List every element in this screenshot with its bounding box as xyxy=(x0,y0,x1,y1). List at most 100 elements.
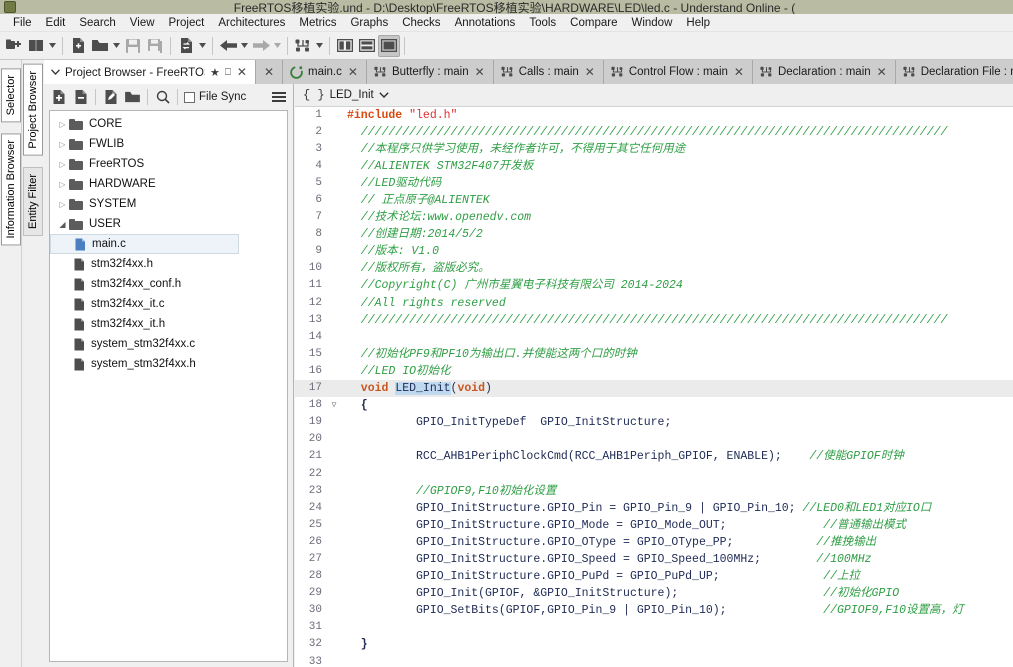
code-line[interactable]: 32 } xyxy=(295,636,1013,653)
open-project-dropdown-icon[interactable] xyxy=(47,35,58,57)
open-project-button[interactable] xyxy=(25,35,47,57)
new-project-button[interactable] xyxy=(3,35,25,57)
dock-tab-selector[interactable]: Selector xyxy=(1,68,21,123)
tree-item-core[interactable]: ▷ CORE xyxy=(50,114,287,134)
close-tab-icon[interactable]: ✕ xyxy=(733,66,745,78)
tab-main-c[interactable]: main.c ✕ xyxy=(283,60,367,84)
tree-item-main-c[interactable]: main.c xyxy=(50,234,239,254)
code-line[interactable]: 30 GPIO_SetBits(GPIOF,GPIO_Pin_9 | GPIO_… xyxy=(295,602,1013,619)
single-pane-button[interactable] xyxy=(378,34,400,57)
code-line[interactable]: 19 GPIO_InitTypeDef GPIO_InitStructure; xyxy=(295,414,1013,431)
tab-butterfly-main[interactable]: Butterfly : main ✕ xyxy=(366,60,494,84)
code-line[interactable]: 22 xyxy=(295,466,1013,483)
code-line[interactable]: 5 //LED驱动代码 xyxy=(295,175,1013,192)
close-tab-icon[interactable]: ✕ xyxy=(584,66,596,78)
menu-metrics[interactable]: Metrics xyxy=(292,16,343,30)
tree-item-system-stm32f4xx-h[interactable]: system_stm32f4xx.h xyxy=(50,354,287,374)
close-tab-icon[interactable]: ✕ xyxy=(347,66,359,78)
tree-item-stm32f4xx-it-h[interactable]: stm32f4xx_it.h xyxy=(50,314,287,334)
code-line[interactable]: 2 //////////////////////////////////////… xyxy=(295,124,1013,141)
save-button[interactable] xyxy=(122,35,144,57)
chevron-right-icon[interactable]: ▷ xyxy=(56,140,69,149)
menu-annotations[interactable]: Annotations xyxy=(448,16,523,30)
back-button[interactable] xyxy=(217,35,239,57)
menu-tools[interactable]: Tools xyxy=(522,16,563,30)
code-line[interactable]: 28 GPIO_InitStructure.GPIO_PuPd = GPIO_P… xyxy=(295,568,1013,585)
save-all-button[interactable] xyxy=(144,35,166,57)
tree-item-user[interactable]: ◢ USER xyxy=(50,214,287,234)
project-tree[interactable]: ▷ CORE ▷ FWLIB ▷ FreeRTOS ▷ HARDWARE ▷ S… xyxy=(49,110,288,662)
code-line[interactable]: 31 xyxy=(295,619,1013,636)
fold-toggle-icon[interactable]: ▽ xyxy=(325,397,343,414)
chevron-right-icon[interactable]: ▷ xyxy=(56,180,69,189)
code-line[interactable]: 12 //All rights reserved xyxy=(295,295,1013,312)
forward-button[interactable] xyxy=(250,35,272,57)
menu-checks[interactable]: Checks xyxy=(395,16,447,30)
menu-search[interactable]: Search xyxy=(72,16,122,30)
code-line[interactable]: 16 //LED IO初始化 xyxy=(295,363,1013,380)
tree-item-system-stm32f4xx-c[interactable]: system_stm32f4xx.c xyxy=(50,334,287,354)
chevron-down-icon[interactable]: ◢ xyxy=(56,220,69,229)
code-line[interactable]: 17 void LED_Init(void) xyxy=(295,380,1013,398)
code-line[interactable]: 24 GPIO_InitStructure.GPIO_Pin = GPIO_Pi… xyxy=(295,500,1013,517)
close-tab-icon[interactable]: ✕ xyxy=(474,66,486,78)
code-line[interactable]: 9 //版本: V1.0 xyxy=(295,243,1013,260)
open-file-button[interactable] xyxy=(89,35,111,57)
tree-item-stm32f4xx-conf-h[interactable]: stm32f4xx_conf.h xyxy=(50,274,287,294)
code-line[interactable]: 33 xyxy=(295,654,1013,667)
code-line[interactable]: 20 xyxy=(295,431,1013,448)
split-vertical-button[interactable] xyxy=(334,35,356,57)
code-line[interactable]: 25 GPIO_InitStructure.GPIO_Mode = GPIO_M… xyxy=(295,517,1013,534)
dock-tab-information-browser[interactable]: Information Browser xyxy=(1,133,21,246)
menu-window[interactable]: Window xyxy=(624,16,679,30)
file-sync-toggle[interactable]: File Sync xyxy=(182,91,246,103)
code-line[interactable]: 6 // 正点原子@ALIENTEK xyxy=(295,192,1013,209)
dock-tab-project-browser[interactable]: Project Browser xyxy=(23,64,43,156)
menu-project[interactable]: Project xyxy=(162,16,212,30)
search-button[interactable] xyxy=(152,87,173,108)
code-line[interactable]: 21 RCC_AHB1PeriphClockCmd(RCC_AHB1Periph… xyxy=(295,448,1013,465)
menu-help[interactable]: Help xyxy=(679,16,717,30)
open-folder-button[interactable] xyxy=(122,87,143,108)
refresh-button[interactable] xyxy=(175,35,197,57)
tab-control-flow-main[interactable]: Control Flow : main ✕ xyxy=(603,60,753,84)
tab-project-browser[interactable]: Project Browser - FreeRTOS移植实验 ★ ⎕ ✕ xyxy=(44,60,256,84)
browser-menu-icon[interactable] xyxy=(269,87,289,107)
tab-calls-main[interactable]: Calls : main ✕ xyxy=(493,60,604,84)
back-dropdown-icon[interactable] xyxy=(239,35,250,57)
tab-declaration-main[interactable]: Declaration : main ✕ xyxy=(752,60,896,84)
tab-unnamed[interactable]: ✕ xyxy=(255,60,283,84)
menu-compare[interactable]: Compare xyxy=(563,16,624,30)
tree-item-stm32f4xx-it-c[interactable]: stm32f4xx_it.c xyxy=(50,294,287,314)
code-line[interactable]: 7 //技术论坛:www.openedv.com xyxy=(295,209,1013,226)
code-line[interactable]: 23 //GPIOF9,F10初始化设置 xyxy=(295,483,1013,500)
menu-edit[interactable]: Edit xyxy=(39,16,73,30)
edit-file-button[interactable] xyxy=(100,87,121,108)
add-file-button[interactable] xyxy=(48,87,69,108)
code-content[interactable]: 1 #include "led.h" 2 /////////////////////… xyxy=(295,106,1013,667)
code-line[interactable]: 15 //初始化PF9和PF10为输出口.并使能这两个口的时钟 xyxy=(295,346,1013,363)
open-file-dropdown-icon[interactable] xyxy=(111,35,122,57)
code-line[interactable]: 27 GPIO_InitStructure.GPIO_Speed = GPIO_… xyxy=(295,551,1013,568)
chevron-right-icon[interactable]: ▷ xyxy=(56,160,69,169)
tree-item-freertos[interactable]: ▷ FreeRTOS xyxy=(50,154,287,174)
new-file-button[interactable] xyxy=(67,35,89,57)
chevron-down-icon[interactable] xyxy=(379,90,389,100)
pin-icon[interactable]: ★ xyxy=(210,66,220,79)
refresh-dropdown-icon[interactable] xyxy=(197,35,208,57)
graph-node-dropdown-icon[interactable] xyxy=(314,35,325,57)
tree-item-stm32f4xx-h[interactable]: stm32f4xx.h xyxy=(50,254,287,274)
menu-view[interactable]: View xyxy=(123,16,162,30)
close-tab-icon[interactable]: ✕ xyxy=(263,66,275,78)
close-tab-icon[interactable]: ✕ xyxy=(876,66,888,78)
file-sync-checkbox[interactable] xyxy=(184,91,195,103)
code-line[interactable]: 3 //本程序只供学习使用，未经作者许可，不得用于其它任何用途 xyxy=(295,141,1013,158)
tree-item-system[interactable]: ▷ SYSTEM xyxy=(50,194,287,214)
split-horizontal-button[interactable] xyxy=(356,35,378,57)
code-line[interactable]: 13 /////////////////////////////////////… xyxy=(295,312,1013,329)
menu-graphs[interactable]: Graphs xyxy=(343,16,395,30)
menu-architectures[interactable]: Architectures xyxy=(211,16,292,30)
restore-window-icon[interactable]: ⎕ xyxy=(225,67,231,78)
menu-file[interactable]: File xyxy=(6,16,39,30)
code-line[interactable]: 11 //Copyright(C) 广州市星翼电子科技有限公司 2014-202… xyxy=(295,277,1013,294)
